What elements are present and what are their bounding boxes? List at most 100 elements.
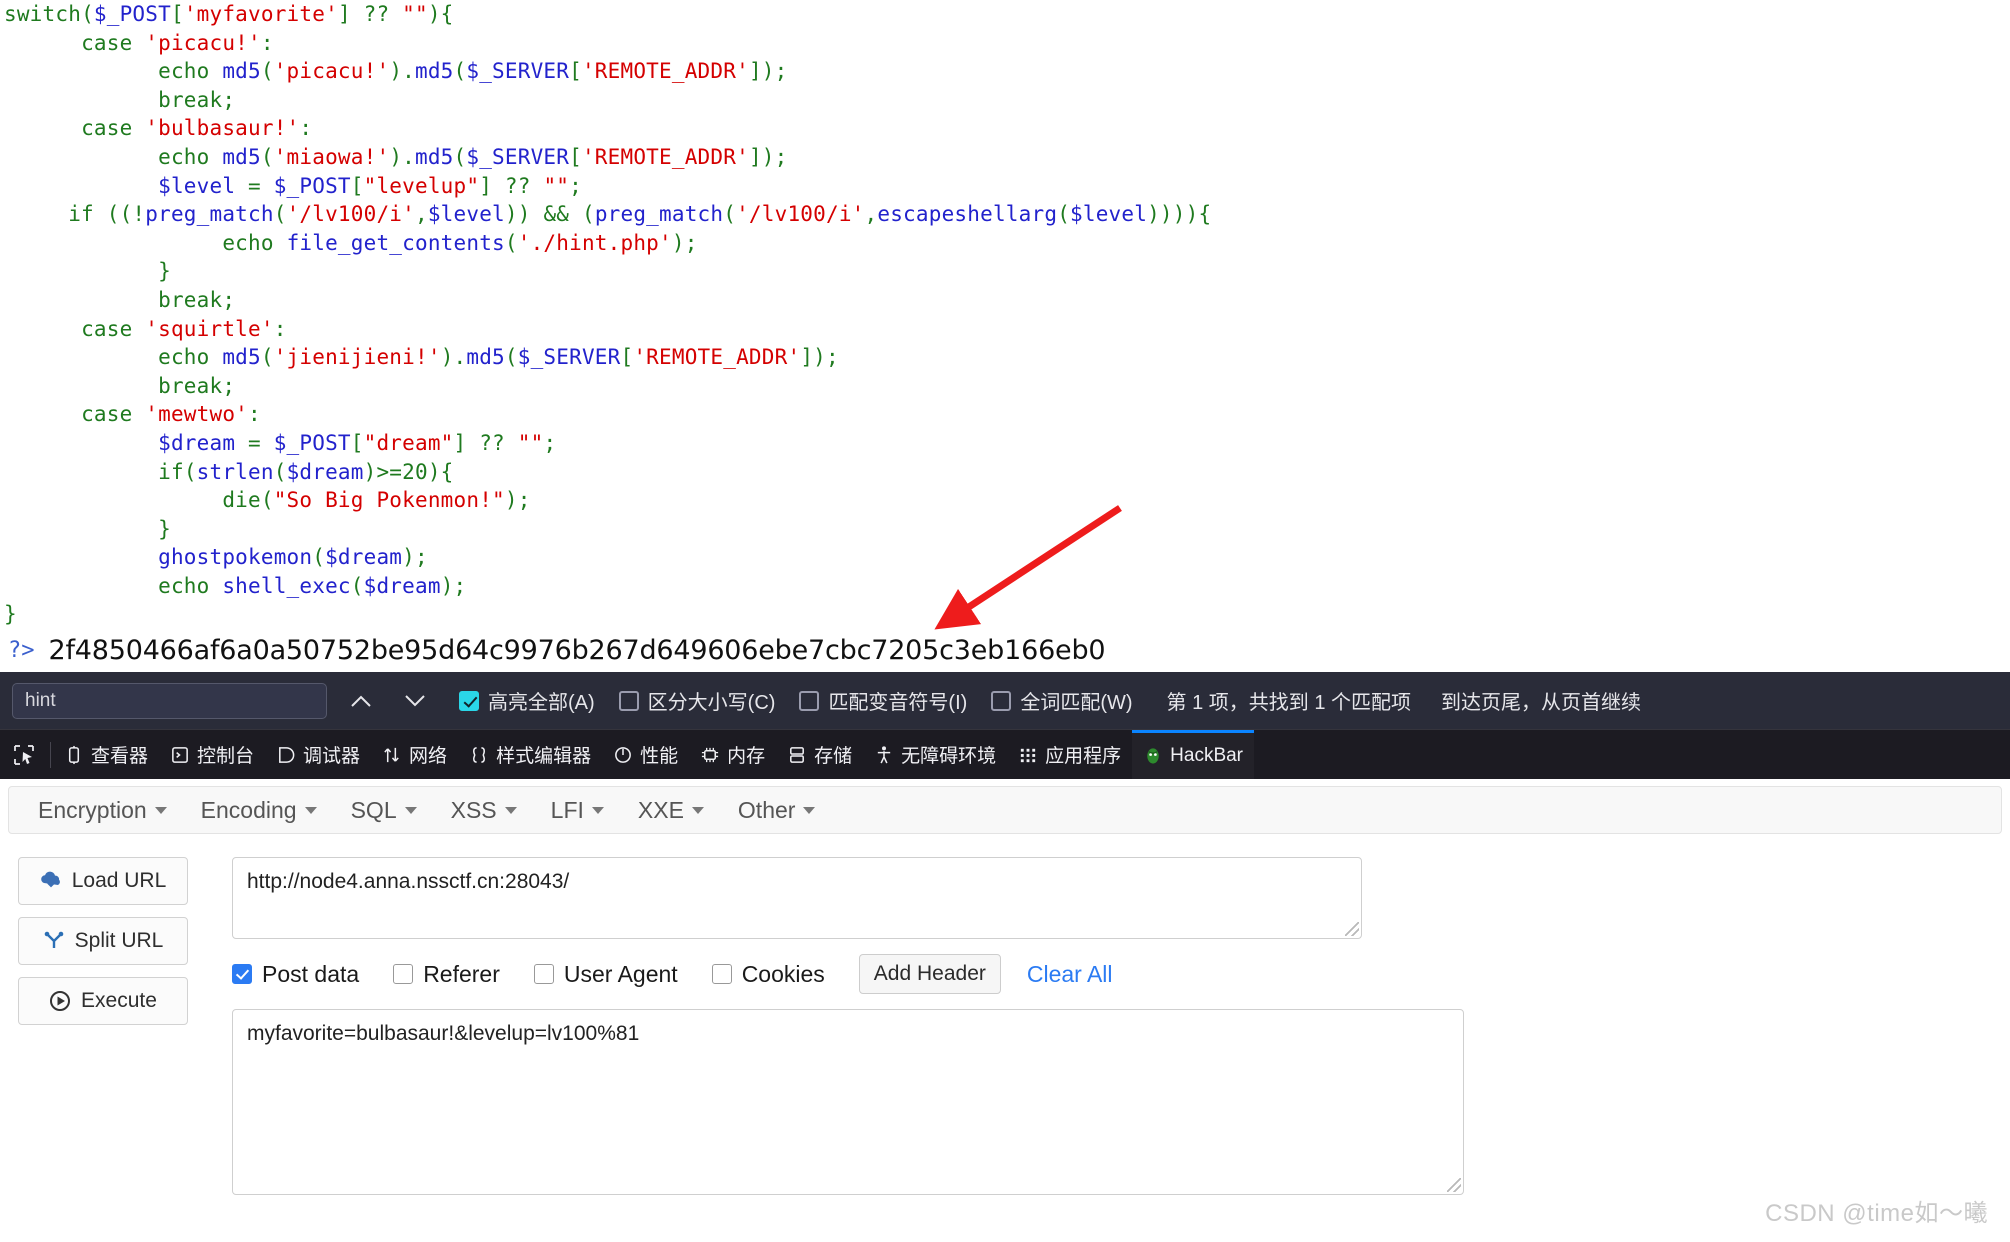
devtools-tab-label: 网络 xyxy=(409,746,448,767)
find-wrap-status: 到达页尾，从页首继续 xyxy=(1441,692,1642,714)
resize-grip-icon[interactable] xyxy=(1345,922,1359,936)
code-token: ]); xyxy=(748,144,788,169)
split-url-button[interactable]: Split URL xyxy=(18,917,188,965)
devtools-tab-6[interactable]: 内存 xyxy=(689,730,776,780)
code-token: ); xyxy=(504,488,531,513)
hackbar-option-post-data[interactable]: Post data xyxy=(232,961,359,988)
chevron-down-icon xyxy=(154,806,167,814)
code-token: $_POST xyxy=(273,173,351,198)
hackbar-menu-lfi[interactable]: LFI xyxy=(534,797,621,824)
load-url-button[interactable]: Load URL xyxy=(18,857,188,905)
code-token: file_get_contents xyxy=(286,230,505,255)
devtools-tab-4[interactable]: 样式编辑器 xyxy=(458,730,602,780)
hackbar-menu-label: LFI xyxy=(550,796,584,823)
find-option-whole-words[interactable]: 全词匹配(W) xyxy=(991,686,1133,715)
hackbar-option-label: Post data xyxy=(262,960,360,987)
clear-all-button[interactable]: Clear All xyxy=(1027,961,1113,988)
devtools-tab-label: 无障碍环境 xyxy=(901,746,997,767)
code-token: ( xyxy=(569,202,595,227)
checkbox-highlight-all[interactable] xyxy=(459,690,479,711)
code-token: break xyxy=(158,87,223,112)
devtools-tab-3[interactable]: 网络 xyxy=(371,730,458,780)
add-header-button[interactable]: Add Header xyxy=(858,954,1001,994)
code-token: ( xyxy=(350,573,364,598)
checkbox-whole-words[interactable] xyxy=(991,690,1012,711)
code-token: ; xyxy=(222,287,236,312)
code-token: preg_match xyxy=(145,202,274,227)
devtools-tab-1[interactable]: 控制台 xyxy=(159,730,265,780)
hackbar-request-options: Post data Referer User Agent Cookies Add Hea… xyxy=(232,954,1113,994)
checkbox-user-agent[interactable] xyxy=(533,964,554,984)
hackbar-menu-encoding[interactable]: Encoding xyxy=(184,797,334,824)
devtools-tab-7[interactable]: 存储 xyxy=(776,730,863,780)
accessibility-icon xyxy=(874,745,894,765)
inspector-icon xyxy=(64,745,84,765)
chevron-down-icon xyxy=(405,694,425,706)
devtools-tab-2[interactable]: 调试器 xyxy=(265,730,371,780)
code-token: = xyxy=(235,173,274,198)
code-token: ); xyxy=(402,545,428,570)
memory-icon xyxy=(700,745,720,765)
code-token: } xyxy=(4,602,17,627)
code-token: ( xyxy=(260,488,274,513)
code-token: : xyxy=(273,316,287,341)
find-option-match-diacritics[interactable]: 匹配变音符号(I) xyxy=(799,686,967,715)
element-picker-button[interactable] xyxy=(0,744,48,766)
code-token: $level xyxy=(1070,202,1148,227)
hackbar-menu-xss[interactable]: XSS xyxy=(434,797,534,824)
code-line: case 'bulbasaur!': xyxy=(4,114,2010,143)
debugger-icon xyxy=(276,745,296,765)
code-token: if xyxy=(158,459,184,484)
devtools-tab-5[interactable]: 性能 xyxy=(602,730,689,780)
checkbox-post-data[interactable] xyxy=(232,964,252,984)
code-line: echo shell_exec($dream); xyxy=(4,572,2010,601)
hackbar-option-user-agent[interactable]: User Agent xyxy=(533,961,678,988)
hackbar-menu-sql[interactable]: SQL xyxy=(334,797,434,824)
code-line: echo md5('picacu!').md5($_SERVER['REMOTE… xyxy=(4,57,2010,86)
checkbox-cookies[interactable] xyxy=(711,964,732,984)
split-url-icon xyxy=(44,931,63,948)
element-picker-icon xyxy=(14,744,34,765)
devtools-tab-0[interactable]: 查看器 xyxy=(53,730,159,780)
code-line: } xyxy=(4,257,2010,286)
resize-grip-icon[interactable] xyxy=(1447,1178,1461,1192)
find-input[interactable]: hint xyxy=(12,682,327,719)
code-token: $_SERVER xyxy=(466,144,570,169)
find-previous-button[interactable] xyxy=(341,681,381,721)
execute-button[interactable]: Execute xyxy=(18,977,188,1025)
checkbox-referer[interactable] xyxy=(393,964,414,984)
storage-icon xyxy=(787,745,807,765)
devtools-tab-8[interactable]: 无障碍环境 xyxy=(863,730,1007,780)
code-token: ; xyxy=(569,173,582,198)
post-data-input[interactable]: myfavorite=bulbasaur!&levelup=lv100%81 xyxy=(232,1009,1464,1195)
code-token: 'picacu!' xyxy=(145,30,261,55)
find-option-match-case[interactable]: 区分大小写(C) xyxy=(618,686,775,715)
find-option-highlight-all[interactable]: 高亮全部(A) xyxy=(459,686,595,715)
hackbar-menu-xxe[interactable]: XXE xyxy=(621,797,721,824)
devtools-tab-label: 应用程序 xyxy=(1045,746,1122,767)
hackbar-menu-encryption[interactable]: Encryption xyxy=(21,797,184,824)
code-token: ( xyxy=(504,230,518,255)
url-input[interactable]: http://node4.anna.nssctf.cn:28043/ xyxy=(232,857,1362,939)
code-token: "" xyxy=(517,430,544,455)
code-token: ; xyxy=(543,430,557,455)
code-token: case xyxy=(81,316,133,341)
checkbox-match-case[interactable] xyxy=(618,690,639,711)
code-token: ( xyxy=(453,144,467,169)
find-next-button[interactable] xyxy=(395,681,435,721)
code-token: break xyxy=(158,287,223,312)
hackbar-option-referer[interactable]: Referer xyxy=(393,961,500,988)
code-token: 'REMOTE_ADDR' xyxy=(581,59,749,84)
devtools-tab-9[interactable]: 应用程序 xyxy=(1007,730,1132,780)
devtools-tab-label: 控制台 xyxy=(197,746,255,767)
network-icon xyxy=(382,745,402,765)
devtools-tab-10[interactable]: HackBar xyxy=(1132,729,1255,780)
hackbar-menu-other[interactable]: Other xyxy=(721,797,833,824)
find-option-label: 高亮全部(A) xyxy=(488,692,595,714)
hackbar-option-cookies[interactable]: Cookies xyxy=(711,961,825,988)
checkbox-match-diacritics[interactable] xyxy=(799,690,820,711)
